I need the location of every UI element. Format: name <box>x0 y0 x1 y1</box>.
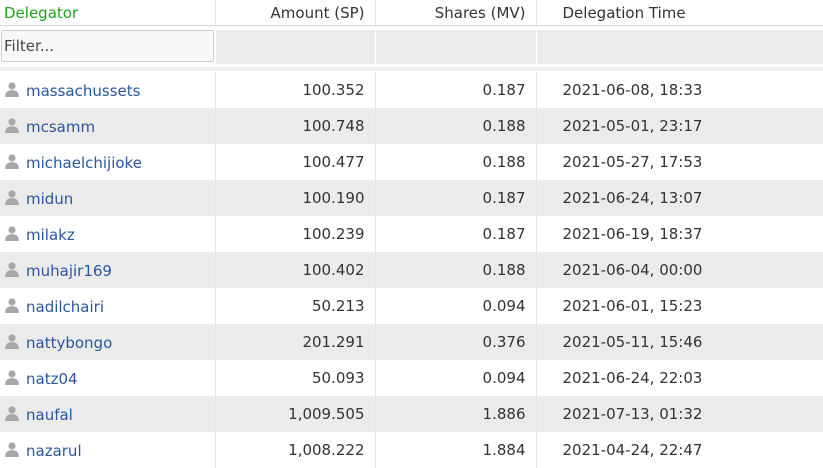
filter-cell <box>0 26 215 65</box>
amount-cell: 50.093 <box>215 360 375 396</box>
shares-cell: 0.187 <box>375 216 536 252</box>
table-row: michaelchijioke 100.477 0.188 2021-05-27… <box>0 144 823 180</box>
header-separator <box>0 64 823 72</box>
filter-cell-empty <box>536 26 823 65</box>
column-header-amount[interactable]: Amount (SP) <box>215 0 375 26</box>
delegator-link[interactable]: nazarul <box>26 442 82 460</box>
user-icon <box>4 297 20 313</box>
shares-cell: 0.187 <box>375 72 536 109</box>
header-row: Delegator Amount (SP) Shares (MV) Delega… <box>0 0 823 26</box>
delegations-table: Delegator Amount (SP) Shares (MV) Delega… <box>0 0 823 468</box>
user-icon <box>4 441 20 457</box>
delegator-cell: midun <box>0 180 215 216</box>
delegation-time-cell: 2021-06-04, 00:00 <box>536 252 823 288</box>
delegator-cell: nadilchairi <box>0 288 215 324</box>
shares-cell: 0.188 <box>375 108 536 144</box>
user-icon <box>4 81 20 97</box>
delegator-link[interactable]: nattybongo <box>26 334 112 352</box>
column-header-delegator[interactable]: Delegator <box>0 0 215 26</box>
delegation-time-cell: 2021-06-24, 13:07 <box>536 180 823 216</box>
column-header-shares[interactable]: Shares (MV) <box>375 0 536 26</box>
user-icon <box>4 225 20 241</box>
delegator-link[interactable]: mcsamm <box>26 118 95 136</box>
delegator-link[interactable]: midun <box>26 190 73 208</box>
delegation-time-cell: 2021-06-01, 15:23 <box>536 288 823 324</box>
delegation-time-cell: 2021-04-24, 22:47 <box>536 432 823 468</box>
shares-cell: 0.094 <box>375 360 536 396</box>
delegator-link[interactable]: natz04 <box>26 370 78 388</box>
delegation-time-cell: 2021-05-27, 17:53 <box>536 144 823 180</box>
delegator-link[interactable]: muhajir169 <box>26 262 112 280</box>
shares-cell: 0.376 <box>375 324 536 360</box>
amount-cell: 100.239 <box>215 216 375 252</box>
table-row: milakz 100.239 0.187 2021-06-19, 18:37 <box>0 216 823 252</box>
shares-cell: 0.094 <box>375 288 536 324</box>
delegation-time-cell: 2021-07-13, 01:32 <box>536 396 823 432</box>
delegation-time-cell: 2021-06-24, 22:03 <box>536 360 823 396</box>
table-row: nazarul 1,008.222 1.884 2021-04-24, 22:4… <box>0 432 823 468</box>
amount-cell: 1,008.222 <box>215 432 375 468</box>
amount-cell: 100.477 <box>215 144 375 180</box>
delegation-time-cell: 2021-05-11, 15:46 <box>536 324 823 360</box>
amount-cell: 50.213 <box>215 288 375 324</box>
amount-cell: 201.291 <box>215 324 375 360</box>
table-row: naufal 1,009.505 1.886 2021-07-13, 01:32 <box>0 396 823 432</box>
delegator-link[interactable]: naufal <box>26 406 73 424</box>
delegation-time-cell: 2021-06-19, 18:37 <box>536 216 823 252</box>
table-row: midun 100.190 0.187 2021-06-24, 13:07 <box>0 180 823 216</box>
shares-cell: 0.188 <box>375 252 536 288</box>
delegator-cell: mcsamm <box>0 108 215 144</box>
delegator-link[interactable]: nadilchairi <box>26 298 104 316</box>
filter-row <box>0 26 823 65</box>
filter-input[interactable] <box>1 30 214 62</box>
delegator-cell: natz04 <box>0 360 215 396</box>
delegator-link[interactable]: milakz <box>26 226 75 244</box>
delegator-cell: naufal <box>0 396 215 432</box>
table-row: nadilchairi 50.213 0.094 2021-06-01, 15:… <box>0 288 823 324</box>
delegator-cell: milakz <box>0 216 215 252</box>
delegator-cell: michaelchijioke <box>0 144 215 180</box>
table-row: natz04 50.093 0.094 2021-06-24, 22:03 <box>0 360 823 396</box>
table-row: nattybongo 201.291 0.376 2021-05-11, 15:… <box>0 324 823 360</box>
delegator-cell: nazarul <box>0 432 215 468</box>
delegation-time-cell: 2021-05-01, 23:17 <box>536 108 823 144</box>
user-icon <box>4 153 20 169</box>
table-row: muhajir169 100.402 0.188 2021-06-04, 00:… <box>0 252 823 288</box>
user-icon <box>4 117 20 133</box>
filter-cell-empty <box>215 26 375 65</box>
shares-cell: 0.188 <box>375 144 536 180</box>
amount-cell: 100.748 <box>215 108 375 144</box>
shares-cell: 1.886 <box>375 396 536 432</box>
user-icon <box>4 333 20 349</box>
delegator-cell: muhajir169 <box>0 252 215 288</box>
amount-cell: 100.402 <box>215 252 375 288</box>
table-row: mcsamm 100.748 0.188 2021-05-01, 23:17 <box>0 108 823 144</box>
table-row: massachussets 100.352 0.187 2021-06-08, … <box>0 72 823 109</box>
shares-cell: 0.187 <box>375 180 536 216</box>
user-icon <box>4 261 20 277</box>
delegator-link[interactable]: michaelchijioke <box>26 154 142 172</box>
delegation-time-cell: 2021-06-08, 18:33 <box>536 72 823 109</box>
amount-cell: 1,009.505 <box>215 396 375 432</box>
delegator-cell: massachussets <box>0 72 215 109</box>
amount-cell: 100.190 <box>215 180 375 216</box>
user-icon <box>4 369 20 385</box>
delegator-cell: nattybongo <box>0 324 215 360</box>
filter-cell-empty <box>375 26 536 65</box>
user-icon <box>4 189 20 205</box>
delegator-link[interactable]: massachussets <box>26 82 140 100</box>
table-body: massachussets 100.352 0.187 2021-06-08, … <box>0 72 823 468</box>
user-icon <box>4 405 20 421</box>
amount-cell: 100.352 <box>215 72 375 109</box>
shares-cell: 1.884 <box>375 432 536 468</box>
column-header-time[interactable]: Delegation Time <box>536 0 823 26</box>
